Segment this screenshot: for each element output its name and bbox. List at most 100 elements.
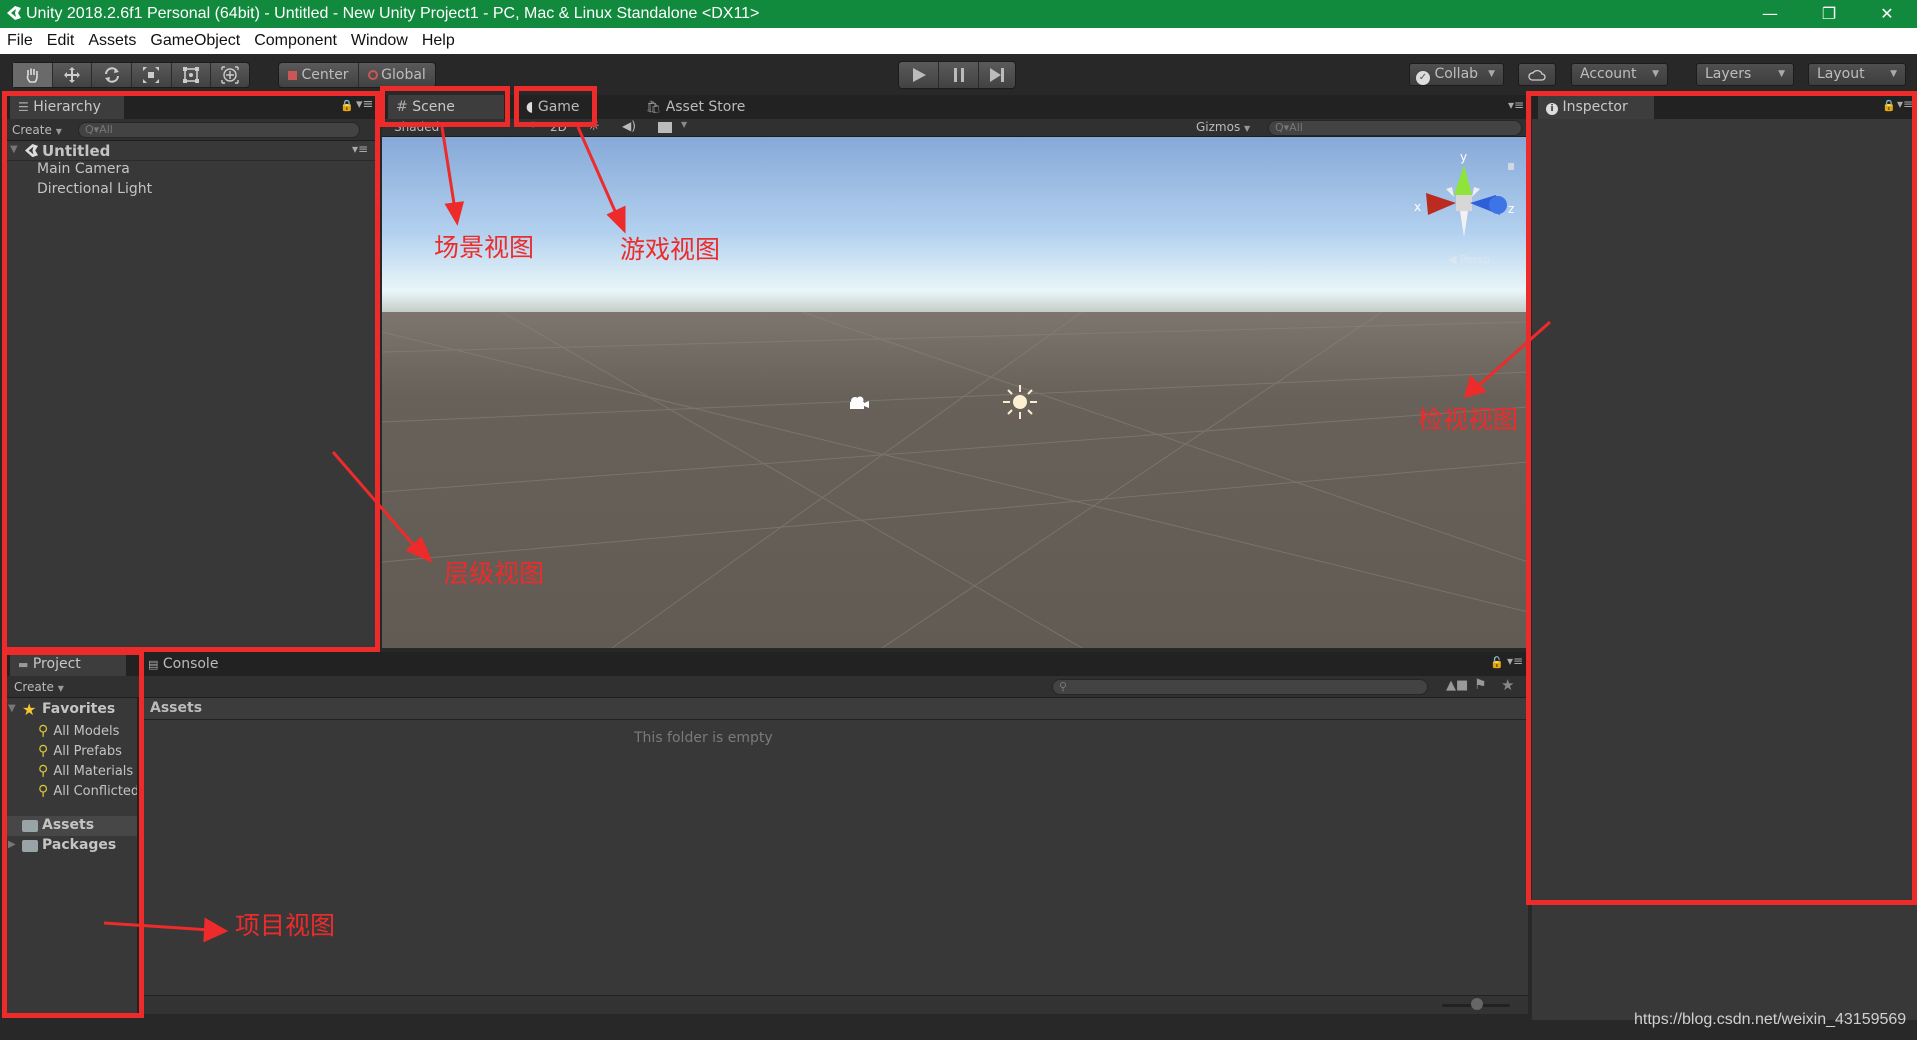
expand-arrow-icon[interactable]: ▼	[10, 144, 18, 155]
hierarchy-create-button[interactable]: Create ▼	[12, 123, 62, 137]
panel-menu-icon[interactable]: ▾≡	[1507, 654, 1523, 668]
project-panel: ▬ Project ▤ Console 🔓 ▾≡ Create ▼ ⚲ ▲■ ⚑…	[4, 652, 1528, 1014]
favorite-star-icon[interactable]: ★	[1501, 676, 1514, 694]
hierarchy-search-input[interactable]: Q▾All	[78, 122, 360, 138]
hierarchy-tab-label: Hierarchy	[33, 99, 101, 115]
scene-menu-icon[interactable]: ▾≡	[352, 142, 368, 156]
2d-toggle[interactable]: 2D	[550, 120, 567, 134]
scene-row[interactable]: ▼ Untitled ▾≡	[4, 141, 375, 161]
lighting-toggle-icon[interactable]: ☼	[588, 119, 600, 134]
pivot-global-toggle[interactable]: Global	[359, 63, 435, 87]
breadcrumb-assets[interactable]: Assets	[150, 700, 202, 716]
chevron-down-icon: ▼	[1778, 69, 1785, 79]
project-breadcrumb: Assets	[140, 698, 1528, 720]
pivot-center-toggle[interactable]: Center	[279, 63, 359, 87]
project-tabbar: ▬ Project ▤ Console 🔓 ▾≡	[4, 652, 1528, 676]
minimize-button[interactable]: —	[1747, 0, 1793, 28]
cloud-button[interactable]	[1518, 63, 1556, 86]
tab-inspector[interactable]: i Inspector	[1538, 95, 1654, 119]
lock-icon[interactable]: 🔓	[1490, 656, 1504, 669]
pause-icon	[953, 68, 964, 82]
tab-game[interactable]: ◖ Game	[518, 95, 618, 119]
scene-viewport[interactable]: y x z ◀ Persp	[382, 137, 1528, 648]
expand-arrow-icon[interactable]: ▶	[8, 839, 16, 850]
hierarchy-panel: ☰ Hierarchy 🔒 ▾≡ Create ▼ Q▾All ▼ Untitl…	[4, 95, 379, 650]
project-search-input[interactable]: ⚲	[1052, 679, 1428, 695]
menu-file[interactable]: File	[0, 28, 40, 50]
gizmos-dropdown[interactable]: Gizmos ▼	[1196, 120, 1250, 134]
menu-component[interactable]: Component	[247, 28, 344, 50]
favorite-item[interactable]: ⚲ All Models	[38, 720, 137, 740]
tab-asset-store[interactable]: 🛍 Asset Store	[638, 95, 768, 119]
zoom-slider-thumb[interactable]	[1471, 998, 1483, 1010]
favorite-item[interactable]: ⚲ All Materials	[38, 760, 137, 780]
tab-scene[interactable]: # Scene	[388, 95, 504, 119]
play-button[interactable]	[899, 62, 939, 88]
inspector-panel: i Inspector 🔒 ▾≡	[1532, 95, 1917, 1020]
account-dropdown[interactable]: Account ▼	[1571, 63, 1668, 86]
search-filter-icon: ⚲	[38, 723, 49, 739]
hierarchy-item[interactable]: Directional Light	[37, 181, 152, 197]
move-tool-button[interactable]	[53, 63, 93, 87]
rotate-tool-button[interactable]	[92, 63, 133, 87]
annotation-game-view: 游戏视图	[620, 235, 721, 264]
expand-arrow-icon[interactable]: ▼	[8, 703, 16, 714]
orientation-gizmo[interactable]: y x z ◀ Persp	[1408, 145, 1518, 275]
hand-tool-button[interactable]	[13, 63, 53, 87]
favorites-row[interactable]: ▼ ★ Favorites	[4, 700, 137, 720]
effects-toggle-icon[interactable]	[658, 122, 672, 133]
filter-by-label-icon[interactable]: ⚑	[1474, 677, 1487, 693]
cloud-icon	[1528, 69, 1546, 81]
directional-light-gizmo-icon[interactable]	[1002, 384, 1038, 420]
tab-console[interactable]: ▤ Console	[140, 652, 250, 676]
camera-gizmo-icon[interactable]	[848, 395, 870, 411]
favorite-item[interactable]: ⚲ All Conflicted	[38, 780, 137, 800]
panel-menu-icon[interactable]: ▾≡	[356, 97, 373, 112]
scene-search-input[interactable]: Q▾All	[1268, 120, 1522, 136]
collab-dropdown[interactable]: ✓ Collab ▼	[1409, 63, 1504, 86]
audio-toggle-icon[interactable]: ◀)	[622, 119, 636, 133]
annotation-scene-view: 场景视图	[434, 233, 535, 262]
axis-z-label: z	[1508, 202, 1514, 216]
tab-project[interactable]: ▬ Project	[10, 652, 126, 676]
shading-mode-dropdown[interactable]: Shaded	[394, 120, 439, 134]
scene-panel: # Scene ◖ Game 🛍 Asset Store ▾≡ Shaded ▼…	[382, 95, 1528, 648]
close-button[interactable]: ✕	[1864, 0, 1910, 28]
project-create-button[interactable]: Create ▼	[14, 680, 64, 694]
pivot-label: Center	[301, 67, 349, 83]
rect-tool-button[interactable]	[172, 63, 212, 87]
layout-dropdown[interactable]: Layout ▼	[1808, 63, 1906, 86]
search-filter-icon: ⚲	[38, 743, 49, 759]
panel-menu-icon[interactable]: ▾≡	[1508, 98, 1524, 112]
grid-icon: #	[396, 99, 408, 115]
layers-dropdown[interactable]: Layers ▼	[1696, 63, 1794, 86]
panel-menu-icon[interactable]: ▾≡	[1897, 97, 1913, 111]
scale-tool-button[interactable]	[132, 63, 172, 87]
hierarchy-item[interactable]: Main Camera	[37, 161, 130, 177]
move-icon	[64, 67, 80, 83]
persp-label[interactable]: ◀ Persp	[1448, 253, 1490, 266]
menu-help[interactable]: Help	[415, 28, 462, 50]
menu-gameobject[interactable]: GameObject	[143, 28, 247, 50]
transform-tool-button[interactable]	[211, 63, 249, 87]
menu-window[interactable]: Window	[344, 28, 415, 50]
packages-folder-row[interactable]: ▶ Packages	[4, 836, 137, 856]
restore-button[interactable]: ❐	[1806, 0, 1852, 28]
empty-folder-message: This folder is empty	[634, 730, 773, 746]
lock-icon[interactable]: 🔒	[340, 99, 354, 112]
project-tab-label: Project	[32, 656, 81, 672]
step-button[interactable]	[979, 62, 1015, 88]
globe-icon	[368, 70, 379, 80]
favorite-item[interactable]: ⚲ All Prefabs	[38, 740, 137, 760]
chevron-down-icon: ▼	[1652, 69, 1659, 79]
tab-hierarchy[interactable]: ☰ Hierarchy	[10, 95, 124, 119]
assets-folder-row[interactable]: Assets	[4, 816, 137, 836]
menu-edit[interactable]: Edit	[40, 28, 82, 50]
lock-icon[interactable]: 🔒	[1882, 99, 1896, 112]
pause-button[interactable]	[939, 62, 979, 88]
star-icon: ★	[22, 700, 37, 719]
gizmo-lock-icon[interactable]	[1508, 163, 1514, 170]
filter-by-type-icon[interactable]: ▲■	[1446, 678, 1468, 693]
menu-assets[interactable]: Assets	[81, 28, 143, 50]
tree-splitter[interactable]	[137, 698, 140, 1014]
